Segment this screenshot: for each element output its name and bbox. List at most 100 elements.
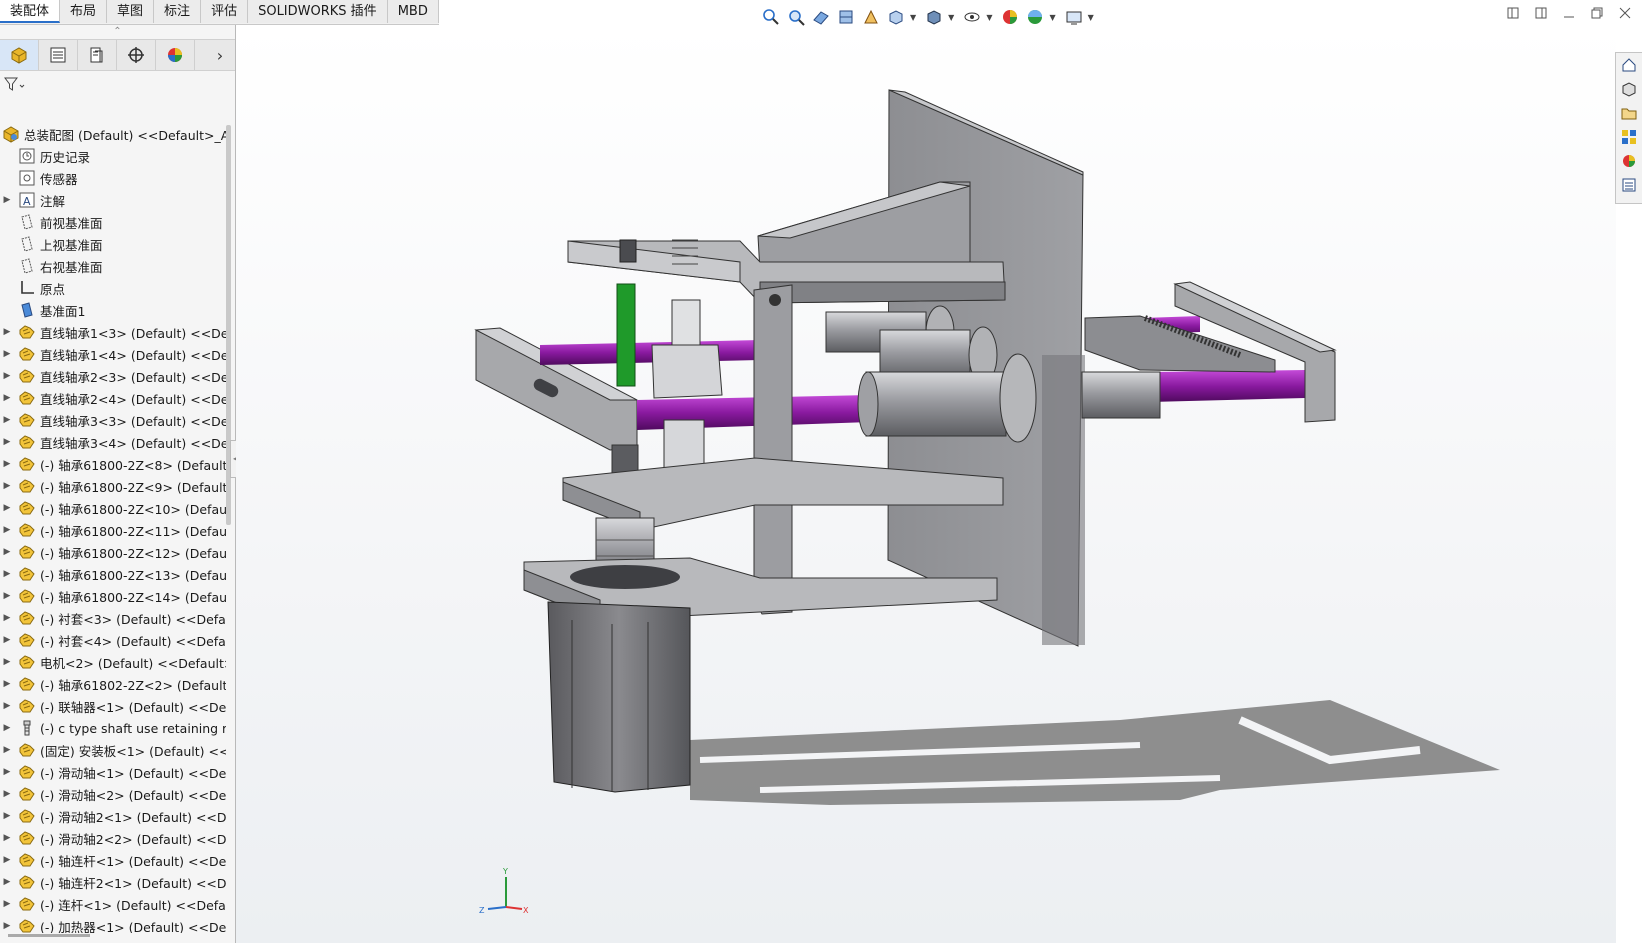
tree-item[interactable]: ▶ (固定) 安装板<1> (Default) <<l <box>0 739 226 761</box>
command-tab-5[interactable]: SOLIDWORKS 插件 <box>248 0 388 23</box>
expand-arrow-icon[interactable]: ▶ <box>0 855 14 865</box>
view-settings-button[interactable] <box>1063 6 1085 28</box>
dimxpert-tab[interactable] <box>117 40 156 70</box>
tree-item[interactable]: ▶ (-) 滑动轴2<2> (Default) <<De <box>0 827 226 849</box>
tree-item[interactable]: 历史记录 <box>0 145 226 167</box>
command-tab-1[interactable]: 布局 <box>60 0 108 23</box>
expand-arrow-icon[interactable]: ▶ <box>0 745 14 755</box>
tree-item[interactable]: ▶ 直线轴承1<4> (Default) <<Def <box>0 343 226 365</box>
expand-arrow-icon[interactable]: ▶ <box>0 613 14 623</box>
tree-item[interactable]: ▶ (-) 衬套<4> (Default) <<Defau <box>0 629 226 651</box>
edit-appearance-button[interactable] <box>999 6 1021 28</box>
tree-item[interactable]: 右视基准面 <box>0 255 226 277</box>
featuremanager-tab[interactable] <box>0 40 39 70</box>
expand-arrow-icon[interactable]: ▶ <box>0 921 14 931</box>
command-tab-2[interactable]: 草图 <box>107 0 155 23</box>
tree-item[interactable]: ▶ (-) 滑动轴2<1> (Default) <<De <box>0 805 226 827</box>
view-orientation-dropdown[interactable]: ▼ <box>910 13 916 22</box>
expand-arrow-icon[interactable]: ▶ <box>0 569 14 579</box>
tree-item[interactable]: ▶ 电机<2> (Default) <<Default> <box>0 651 226 673</box>
tree-item[interactable]: ▶ (-) 轴承61800-2Z<9> (Default) <box>0 475 226 497</box>
tree-item[interactable]: ▶ 直线轴承3<3> (Default) <<Def <box>0 409 226 431</box>
expand-arrow-icon[interactable]: ▶ <box>0 393 14 403</box>
tree-item[interactable]: 传感器 <box>0 167 226 189</box>
graphics-area[interactable]: Y X Z <box>236 25 1616 943</box>
zoom-to-fit-button[interactable] <box>760 6 782 28</box>
tree-item[interactable]: ▶ 直线轴承1<3> (Default) <<Def <box>0 321 226 343</box>
tree-item[interactable]: ▶ (-) 轴承61802-2Z<2> (Default) <box>0 673 226 695</box>
tree-item[interactable]: ▶ (-) 轴承61800-2Z<12> (Default <box>0 541 226 563</box>
expand-arrow-icon[interactable]: ▶ <box>0 789 14 799</box>
zoom-area-button[interactable] <box>785 6 807 28</box>
propertymanager-tab[interactable] <box>39 40 78 70</box>
command-tab-3[interactable]: 标注 <box>154 0 202 23</box>
expand-arrow-icon[interactable]: ▶ <box>0 657 14 667</box>
tree-item[interactable]: 前视基准面 <box>0 211 226 233</box>
expand-arrow-icon[interactable]: ▶ <box>0 503 14 513</box>
tree-item[interactable]: ▶ (-) 滑动轴<1> (Default) <<Def <box>0 761 226 783</box>
tree-item[interactable]: ▶ (-) 轴承61800-2Z<13> (Default <box>0 563 226 585</box>
display-manager-tab[interactable] <box>156 40 195 70</box>
tree-horizontal-scrollbar[interactable] <box>8 934 90 937</box>
minimize-button[interactable] <box>1562 6 1576 20</box>
configurationmanager-tab[interactable] <box>78 40 117 70</box>
expand-arrow-icon[interactable]: ▶ <box>0 767 14 777</box>
filter-icon[interactable] <box>4 76 26 92</box>
task-pane-appearances[interactable] <box>1616 149 1642 173</box>
expand-arrow-icon[interactable]: ▶ <box>0 899 14 909</box>
expand-arrow-icon[interactable]: ▶ <box>0 327 14 337</box>
tree-root[interactable]: 总装配图 (Default) <<Default>_Ap <box>0 123 226 145</box>
expand-arrow-icon[interactable]: ▶ <box>0 547 14 557</box>
tree-item[interactable]: 基准面1 <box>0 299 226 321</box>
tree-item[interactable]: 原点 <box>0 277 226 299</box>
tree-item[interactable]: ▶ (-) 轴承61800-2Z<8> (Default) <box>0 453 226 475</box>
hide-show-button[interactable] <box>961 6 983 28</box>
task-pane-home[interactable] <box>1616 53 1642 77</box>
expand-arrow-icon[interactable]: ▶ <box>0 525 14 535</box>
command-tab-0[interactable]: 装配体 <box>0 0 61 23</box>
restore-button[interactable] <box>1590 6 1604 20</box>
tree-item[interactable]: ▶ (-) 轴连杆<1> (Default) <<Def <box>0 849 226 871</box>
apply-scene-dropdown[interactable]: ▼ <box>1049 13 1055 22</box>
tree-item[interactable]: ▶ (-) 联轴器<1> (Default) <<Def <box>0 695 226 717</box>
expand-arrow-icon[interactable]: ▶ <box>0 679 14 689</box>
tree-item[interactable]: ▶ 直线轴承2<4> (Default) <<Def <box>0 387 226 409</box>
tile-right-button[interactable] <box>1534 6 1548 20</box>
tree-item[interactable]: ▶ 直线轴承3<4> (Default) <<Def <box>0 431 226 453</box>
tree-item[interactable]: ▶ 直线轴承2<3> (Default) <<Def <box>0 365 226 387</box>
expand-arrow-icon[interactable]: ▶ <box>0 833 14 843</box>
tree-item[interactable]: ▶ (-) 轴承61800-2Z<14> (Default <box>0 585 226 607</box>
tree-item[interactable]: ▶ (-) 连杆<1> (Default) <<Defau <box>0 893 226 915</box>
tree-item[interactable]: ▶ (-) 加热器<1> (Default) <<Def <box>0 915 226 933</box>
hide-show-dropdown[interactable]: ▼ <box>986 13 992 22</box>
command-tab-4[interactable]: 评估 <box>201 0 249 23</box>
expand-arrow-icon[interactable]: ▶ <box>0 723 14 733</box>
expand-arrow-icon[interactable]: ▶ <box>0 415 14 425</box>
display-style-button[interactable] <box>923 6 945 28</box>
panel-more-button[interactable]: › <box>205 40 235 70</box>
command-tab-6[interactable]: MBD <box>387 0 439 23</box>
tree-item[interactable]: ▶ (-) 轴承61800-2Z<11> (Default <box>0 519 226 541</box>
section-view-button[interactable] <box>835 6 857 28</box>
tree-item[interactable]: ▶ (-) 衬套<3> (Default) <<Defau <box>0 607 226 629</box>
assembly-model-render[interactable] <box>236 25 1616 943</box>
expand-arrow-icon[interactable]: ▶ <box>0 591 14 601</box>
view-orientation-button[interactable] <box>885 6 907 28</box>
tree-item[interactable]: ▶ (-) c type shaft use retaining ri <box>0 717 226 739</box>
expand-arrow-icon[interactable]: ▶ <box>0 877 14 887</box>
tree-item[interactable]: ▶ A 注解 <box>0 189 226 211</box>
task-pane-custom-properties[interactable] <box>1616 173 1642 197</box>
expand-arrow-icon[interactable]: ▶ <box>0 701 14 711</box>
panel-grip[interactable]: ⌃ <box>0 25 235 39</box>
display-style-dropdown[interactable]: ▼ <box>948 13 954 22</box>
expand-arrow-icon[interactable]: ▶ <box>0 371 14 381</box>
expand-arrow-icon[interactable]: ▶ <box>0 195 14 205</box>
tree-item[interactable]: ▶ (-) 滑动轴<2> (Default) <<Def <box>0 783 226 805</box>
close-button[interactable] <box>1618 6 1632 20</box>
task-pane-file-explorer[interactable] <box>1616 101 1642 125</box>
previous-view-button[interactable] <box>810 6 832 28</box>
expand-arrow-icon[interactable]: ▶ <box>0 811 14 821</box>
tree-item[interactable]: ▶ (-) 轴连杆2<1> (Default) <<De <box>0 871 226 893</box>
expand-arrow-icon[interactable]: ▶ <box>0 481 14 491</box>
tree-item[interactable]: 上视基准面 <box>0 233 226 255</box>
